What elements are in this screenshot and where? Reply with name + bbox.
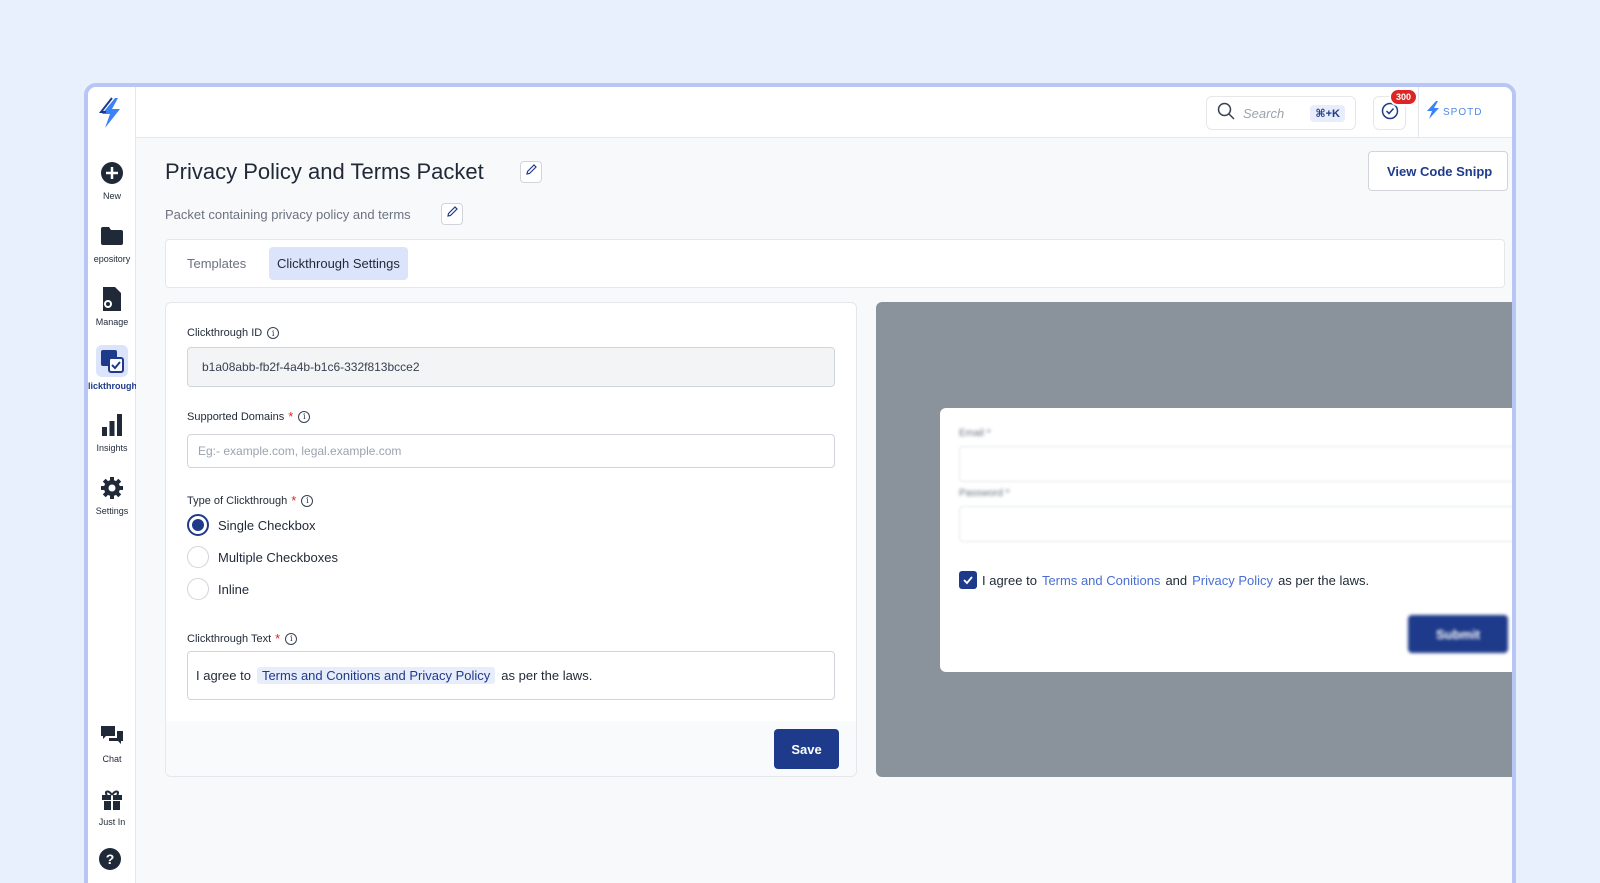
text-prefix: I agree to	[196, 668, 251, 683]
type-of-clickthrough-label: Type of Clickthrough * i	[187, 493, 314, 508]
clickthrough-icon	[96, 345, 128, 377]
required-marker: *	[291, 493, 297, 508]
required-marker: *	[288, 409, 294, 424]
divider	[1418, 87, 1419, 138]
save-button[interactable]: Save	[774, 729, 839, 769]
page-subtitle: Packet containing privacy policy and ter…	[165, 207, 411, 222]
top-bar: Search ⌘+K 300 SPOTD	[136, 87, 1512, 138]
radio-label: Single Checkbox	[218, 517, 316, 533]
brand-name: SPOTD	[1443, 107, 1483, 118]
privacy-policy-link[interactable]: Privacy Policy	[1192, 573, 1273, 588]
manage-document-icon	[98, 285, 126, 313]
preview-agreement: I agree to Terms and Conitions and Priva…	[959, 571, 1369, 589]
svg-text:?: ?	[106, 851, 115, 867]
sidebar-item-label: Settings	[95, 506, 129, 516]
sidebar-item-label: New	[102, 191, 121, 201]
view-code-snippet-button[interactable]: View Code Snipp	[1368, 151, 1508, 191]
preview-password-input	[959, 506, 1512, 542]
sidebar-item-insights[interactable]: Insights	[88, 411, 136, 453]
required-marker: *	[275, 631, 281, 646]
tab-templates[interactable]: Templates	[179, 247, 254, 280]
preview-submit-button: Submit	[1408, 615, 1508, 653]
radio-label: Inline	[218, 581, 250, 597]
chat-icon	[98, 722, 126, 750]
radio-label: Multiple Checkboxes	[218, 549, 338, 565]
page-title: Privacy Policy and Terms Packet	[165, 159, 484, 184]
preview-email-input	[959, 446, 1512, 482]
clickthrough-id-label: Clickthrough ID i	[187, 327, 280, 339]
sidebar-item-new[interactable]: New	[88, 159, 136, 201]
sidebar-item-label: Just In	[98, 817, 126, 827]
folder-icon	[98, 222, 126, 250]
field-label-text: Clickthrough Text	[187, 632, 272, 645]
info-icon[interactable]: i	[285, 632, 298, 645]
brand-logo[interactable]: SPOTD	[1426, 101, 1482, 124]
radio-empty-icon	[187, 546, 209, 568]
clickthrough-preview: Email * Password * I agree to Terms and …	[876, 302, 1512, 777]
terms-link[interactable]: Terms and Conitions	[1042, 573, 1161, 588]
form-footer: Save	[166, 721, 856, 776]
bar-chart-icon	[98, 411, 126, 439]
pencil-icon	[446, 205, 459, 223]
info-icon[interactable]: i	[301, 494, 314, 507]
radio-multiple-checkboxes[interactable]: Multiple Checkboxes	[187, 546, 338, 568]
edit-subtitle-button[interactable]	[441, 203, 463, 225]
info-icon[interactable]: i	[298, 410, 311, 423]
gear-icon	[98, 474, 126, 502]
checkbox-checked-icon[interactable]	[959, 571, 977, 589]
sidebar-item-label: lickthrough	[88, 381, 136, 391]
sidebar-item-clickthrough[interactable]: lickthrough	[88, 345, 136, 391]
agree-suffix: as per the laws.	[1278, 572, 1370, 588]
radio-empty-icon	[187, 578, 209, 600]
sidebar-item-label: epository	[93, 254, 131, 264]
agree-and: and	[1165, 572, 1188, 588]
notification-badge: 300	[1389, 88, 1419, 106]
agree-prefix: I agree to	[982, 572, 1037, 588]
radio-single-checkbox[interactable]: Single Checkbox	[187, 514, 316, 536]
policy-link-chip[interactable]: Terms and Conitions and Privacy Policy	[256, 667, 496, 684]
search-icon	[1217, 102, 1235, 125]
plus-circle-icon	[98, 159, 126, 187]
search-shortcut: ⌘+K	[1310, 104, 1345, 122]
sidebar-item-settings[interactable]: Settings	[88, 474, 136, 516]
sidebar-item-chat[interactable]: Chat	[88, 722, 136, 764]
help-icon[interactable]: ?	[98, 847, 122, 876]
gift-icon	[98, 785, 126, 813]
app-window: New epository Manage lickthrough Insight	[84, 83, 1516, 883]
text-suffix: as per the laws.	[501, 668, 593, 683]
logo-icon[interactable]	[98, 97, 124, 129]
radio-selected-icon	[187, 514, 209, 536]
search-placeholder: Search	[1243, 105, 1285, 121]
sidebar-item-manage[interactable]: Manage	[88, 285, 136, 327]
sidebar-item-repository[interactable]: epository	[88, 222, 136, 264]
sidebar-item-label: Insights	[96, 443, 128, 453]
sidebar: New epository Manage lickthrough Insight	[88, 87, 136, 883]
bolt-icon	[1426, 101, 1440, 124]
tab-clickthrough-settings[interactable]: Clickthrough Settings	[269, 247, 408, 280]
info-icon[interactable]: i	[267, 327, 280, 339]
field-label-text: Type of Clickthrough	[187, 494, 288, 507]
preview-card: Email * Password * I agree to Terms and …	[940, 408, 1512, 672]
supported-domains-input[interactable]: Eg:- example.com, legal.example.com	[187, 434, 835, 468]
field-label-text: Clickthrough ID	[187, 327, 263, 339]
edit-title-button[interactable]	[520, 161, 542, 183]
sidebar-item-label: Chat	[102, 754, 122, 764]
clickthrough-text-editor[interactable]: I agree to Terms and Conitions and Priva…	[187, 651, 835, 700]
search-input[interactable]: Search ⌘+K	[1206, 96, 1356, 130]
clickthrough-id-field[interactable]: b1a08abb-fb2f-4a4b-b1c6-332f813bcce2	[187, 347, 835, 387]
tab-bar: Templates Clickthrough Settings	[165, 239, 1505, 288]
clickthrough-text-label: Clickthrough Text * i	[187, 631, 298, 646]
radio-inline[interactable]: Inline	[187, 578, 249, 600]
sidebar-item-just-in[interactable]: Just In	[88, 785, 136, 827]
pencil-icon	[525, 163, 538, 181]
clickthrough-settings-form: Clickthrough ID i b1a08abb-fb2f-4a4b-b1c…	[165, 302, 857, 777]
field-label-text: Supported Domains	[187, 410, 285, 423]
supported-domains-label: Supported Domains * i	[187, 409, 311, 424]
preview-email-label: Email *	[959, 428, 991, 439]
sidebar-item-label: Manage	[95, 317, 129, 327]
preview-password-label: Password *	[959, 488, 1010, 499]
